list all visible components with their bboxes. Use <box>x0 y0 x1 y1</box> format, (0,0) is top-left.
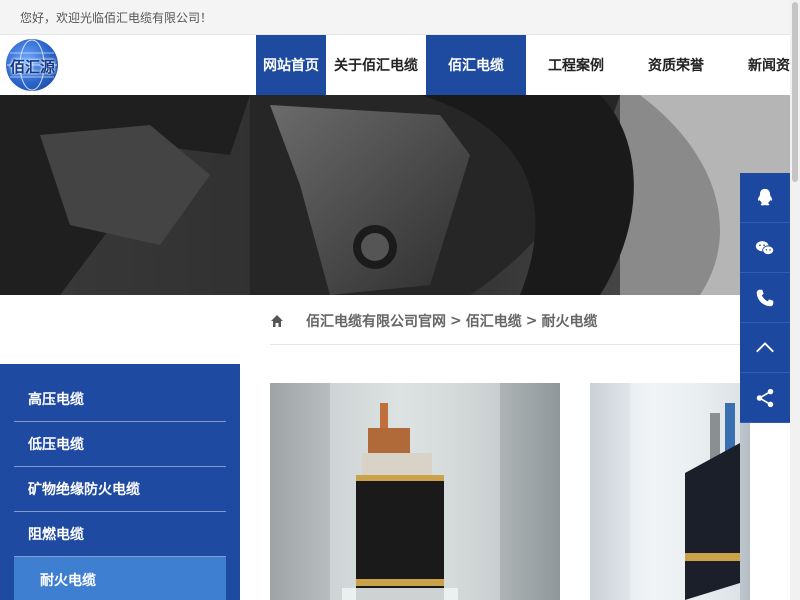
cable-sample-image <box>330 383 500 600</box>
phone-icon <box>756 289 774 306</box>
breadcrumb-separator: > <box>525 313 538 329</box>
breadcrumb-current: 耐火电缆 <box>541 314 598 330</box>
sidebar-item-mineral-insulated[interactable]: 矿物绝缘防火电缆 <box>14 467 226 512</box>
sidebar-item-flame-retardant[interactable]: 阻燃电缆 <box>14 512 226 557</box>
sidebar-item-high-voltage[interactable]: 高压电缆 <box>14 377 226 422</box>
breadcrumb-separator: > <box>450 313 462 329</box>
wechat-icon <box>755 240 775 255</box>
nav-honors[interactable]: 资质荣誉 <box>626 35 726 95</box>
share-icon <box>756 388 774 407</box>
main-nav: 网站首页 关于佰汇电缆 佰汇电缆 工程案例 资质荣誉 新闻资 <box>256 35 800 95</box>
breadcrumb: 佰汇电缆有限公司官网 > 佰汇电缆 > 耐火电缆 <box>270 310 597 332</box>
product-image[interactable] <box>590 383 750 600</box>
nav-home[interactable]: 网站首页 <box>256 35 326 95</box>
scrollbar-thumb[interactable] <box>792 2 798 182</box>
breadcrumb-link-products[interactable]: 佰汇电缆 <box>466 311 522 331</box>
top-bar: 您好，欢迎光临佰汇电缆有限公司！ <box>0 0 800 35</box>
gear-machinery-image <box>0 95 800 295</box>
logo[interactable]: 佰汇源 <box>6 39 58 91</box>
page-scrollbar[interactable] <box>790 0 800 600</box>
nav-news[interactable]: 新闻资 <box>726 35 800 95</box>
category-sidebar: 高压电缆 低压电缆 矿物绝缘防火电缆 阻燃电缆 耐火电缆 <box>0 364 240 600</box>
product-image[interactable] <box>270 383 560 600</box>
share-button[interactable] <box>740 373 790 423</box>
sidebar-item-low-voltage[interactable]: 低压电缆 <box>14 422 226 467</box>
back-to-top-icon <box>756 341 774 352</box>
home-icon[interactable] <box>270 314 284 328</box>
nav-about[interactable]: 关于佰汇电缆 <box>326 35 426 95</box>
phone-button[interactable] <box>740 273 790 323</box>
sidebar-item-fire-resistant[interactable]: 耐火电缆 <box>14 557 226 600</box>
cable-sample-image <box>630 383 740 600</box>
back-to-top-button[interactable] <box>740 323 790 373</box>
logo-text: 佰汇源 <box>10 58 56 76</box>
floating-contact-bar <box>740 173 790 423</box>
header: 佰汇源 网站首页 关于佰汇电缆 佰汇电缆 工程案例 资质荣誉 新闻资 <box>0 35 800 95</box>
wechat-button[interactable] <box>740 223 790 273</box>
qq-button[interactable] <box>740 173 790 223</box>
breadcrumb-link-site[interactable]: 佰汇电缆有限公司官网 <box>306 311 446 331</box>
nav-products[interactable]: 佰汇电缆 <box>426 35 526 95</box>
nav-cases[interactable]: 工程案例 <box>526 35 626 95</box>
welcome-text: 您好，欢迎光临佰汇电缆有限公司！ <box>20 11 213 25</box>
banner-image <box>0 95 800 295</box>
breadcrumb-divider <box>270 344 800 345</box>
qq-icon <box>757 188 773 205</box>
